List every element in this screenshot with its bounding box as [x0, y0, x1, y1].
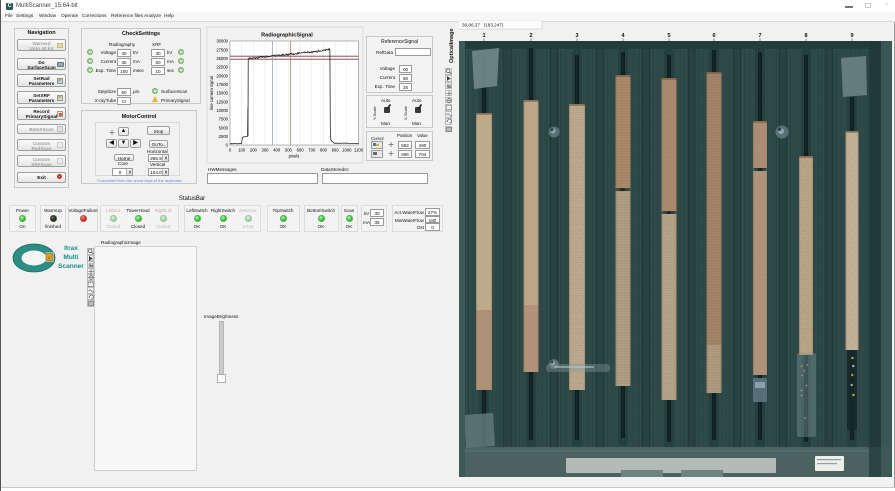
svg-text:12500: 12500: [216, 99, 228, 104]
svg-text:22500: 22500: [216, 65, 228, 70]
svg-text:6: 6: [712, 33, 715, 39]
svg-text:9: 9: [850, 33, 853, 39]
svg-text:30000: 30000: [216, 39, 228, 44]
svg-text:1100: 1100: [354, 148, 364, 153]
svg-text:17500: 17500: [216, 82, 228, 87]
svg-text:4: 4: [621, 33, 625, 39]
svg-text:800: 800: [320, 148, 328, 153]
svg-text:Multi: Multi: [63, 254, 78, 261]
svg-text:10000: 10000: [216, 108, 228, 113]
svg-text:pixels: pixels: [289, 154, 300, 159]
svg-text:500: 500: [285, 148, 293, 153]
svg-text:15000: 15000: [216, 91, 228, 96]
svg-text:7500: 7500: [219, 117, 229, 122]
svg-text:5: 5: [667, 33, 670, 39]
svg-text:1000: 1000: [342, 148, 352, 153]
svg-text:2: 2: [529, 33, 532, 39]
svg-text:5000: 5000: [219, 125, 229, 130]
svg-text:Scanner: Scanner: [58, 263, 84, 270]
svg-text:600: 600: [297, 148, 305, 153]
svg-text:8: 8: [804, 33, 807, 39]
svg-text:line camera signal: line camera signal: [209, 76, 214, 110]
svg-text:25000: 25000: [216, 56, 228, 61]
svg-text:200: 200: [250, 148, 258, 153]
svg-text:3: 3: [575, 33, 578, 39]
svg-text:300: 300: [262, 148, 270, 153]
svg-text:100: 100: [238, 148, 246, 153]
svg-text:Itrax: Itrax: [64, 245, 78, 252]
svg-text:39,86,37 (183,247): 39,86,37 (183,247): [462, 23, 504, 28]
svg-text:27500: 27500: [216, 47, 228, 52]
svg-text:900: 900: [332, 148, 340, 153]
svg-text:400: 400: [273, 148, 281, 153]
svg-text:20000: 20000: [216, 73, 228, 78]
svg-text:700: 700: [308, 148, 316, 153]
svg-text:7: 7: [758, 33, 761, 39]
svg-text:1: 1: [482, 33, 485, 39]
svg-text:RadiographicSignal: RadiographicSignal: [261, 33, 313, 39]
svg-text:2500: 2500: [219, 134, 229, 139]
